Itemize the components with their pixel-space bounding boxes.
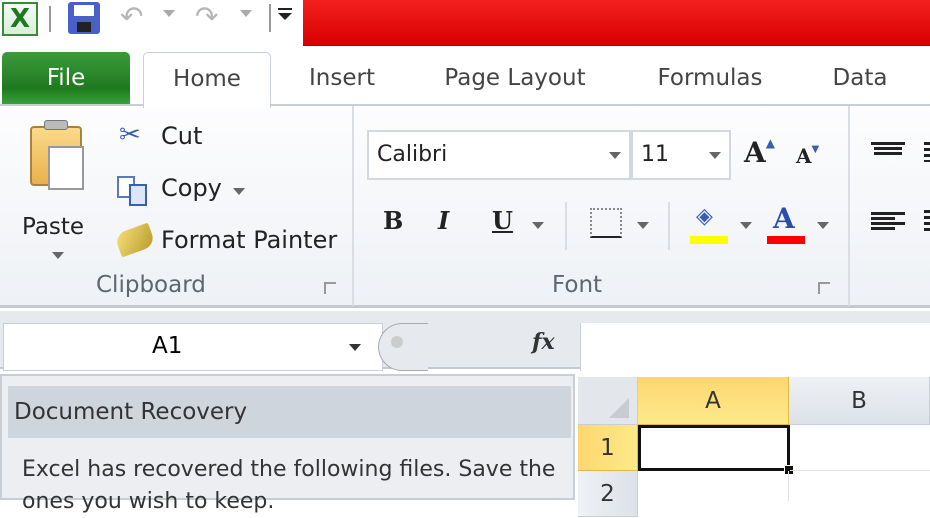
redo-icon[interactable]: ↷ — [195, 0, 218, 33]
name-box-value: A1 — [152, 333, 183, 359]
shrink-font-icon: ▼ — [811, 144, 820, 155]
font-color-swatch — [767, 236, 805, 244]
fill-color-button[interactable]: ◈ — [690, 204, 728, 244]
cell-b2[interactable] — [790, 471, 930, 501]
tab-data[interactable]: Data — [820, 60, 900, 106]
excel-logo-icon[interactable]: X — [2, 2, 38, 36]
worksheet-grid: A B 1 2 — [578, 374, 930, 517]
row-header-1[interactable]: 1 — [578, 425, 638, 471]
formula-bar: A1 fx — [0, 311, 930, 371]
align-left-button[interactable] — [871, 210, 905, 232]
font-color-letter: A — [773, 202, 795, 235]
customize-toolbar-icon[interactable] — [278, 8, 292, 20]
font-name-dropdown-icon[interactable] — [609, 152, 621, 159]
font-name-value: Calibri — [377, 142, 448, 167]
cut-button[interactable]: ✂ Cut — [115, 120, 235, 160]
ribbon-tabs: File Home Insert Page Layout Formulas Da… — [0, 48, 930, 108]
paint-bucket-icon: ◈ — [696, 204, 713, 229]
cut-label: Cut — [161, 122, 203, 150]
separator — [269, 4, 271, 32]
paste-dropdown-icon[interactable] — [52, 252, 64, 259]
group-divider — [352, 106, 354, 306]
cell-a1[interactable] — [638, 425, 790, 471]
group-divider — [848, 106, 850, 306]
cell-b1[interactable] — [790, 425, 930, 471]
paste-icon — [30, 120, 84, 190]
tab-home[interactable]: Home — [143, 52, 271, 108]
save-icon[interactable] — [68, 2, 100, 34]
formula-bar-splitter[interactable] — [378, 323, 428, 371]
tab-insert[interactable]: Insert — [290, 60, 394, 106]
divider — [668, 202, 670, 250]
font-dialog-launcher-icon[interactable] — [818, 282, 830, 294]
align-top-button[interactable] — [871, 140, 905, 157]
underline-dropdown-icon[interactable] — [532, 222, 544, 229]
fill-color-swatch — [690, 236, 728, 244]
recovery-pane-message: Excel has recovered the following files.… — [22, 457, 556, 514]
grow-font-button[interactable]: A▲ — [744, 136, 775, 169]
document-recovery-pane: Document Recovery Excel has recovered th… — [0, 374, 575, 514]
copy-dropdown-icon[interactable] — [233, 188, 245, 195]
clipboard-group-label: Clipboard — [96, 272, 206, 298]
divider — [565, 202, 567, 250]
fx-icon: fx — [532, 329, 555, 355]
copy-icon — [117, 176, 149, 206]
undo-dropdown-icon[interactable] — [163, 10, 175, 17]
middle-align-button[interactable] — [924, 142, 930, 162]
italic-button[interactable]: I — [438, 206, 449, 235]
undo-icon[interactable]: ↶ — [120, 0, 143, 33]
format-painter-label: Format Painter — [161, 226, 338, 254]
name-box[interactable]: A1 — [3, 323, 383, 371]
borders-button[interactable] — [590, 208, 622, 238]
name-box-dropdown-icon[interactable] — [349, 344, 361, 351]
center-align-button[interactable] — [924, 210, 930, 234]
row-header-2[interactable]: 2 — [578, 471, 638, 517]
tab-file[interactable]: File — [2, 52, 130, 104]
font-color-button[interactable]: A — [767, 202, 805, 244]
column-header-a[interactable]: A — [638, 377, 789, 425]
cell-a2[interactable] — [638, 471, 789, 501]
paste-label: Paste — [22, 214, 85, 240]
select-all-button[interactable] — [578, 377, 638, 425]
redo-dropdown-icon[interactable] — [240, 10, 252, 17]
shrink-font-button[interactable]: A▼ — [796, 144, 819, 168]
formula-input[interactable] — [580, 323, 930, 371]
copy-button[interactable]: Copy — [115, 172, 255, 212]
paste-button[interactable]: Paste — [20, 118, 100, 268]
format-painter-button[interactable]: Format Painter — [113, 222, 345, 262]
font-color-dropdown-icon[interactable] — [817, 222, 829, 229]
column-header-b[interactable]: B — [789, 377, 930, 425]
tab-formulas[interactable]: Formulas — [640, 60, 780, 106]
insert-function-button[interactable]: fx — [532, 329, 555, 355]
scissors-icon: ✂ — [119, 120, 141, 150]
font-size-value: 11 — [641, 142, 669, 167]
copy-label: Copy — [161, 174, 222, 202]
grow-font-icon: ▲ — [765, 136, 775, 150]
font-group-label: Font — [552, 272, 603, 298]
separator — [49, 6, 51, 32]
borders-dropdown-icon[interactable] — [637, 222, 649, 229]
ribbon-home: Paste ✂ Cut Copy Format Painter Clipboar… — [0, 106, 930, 308]
font-name-combo[interactable]: Calibri — [367, 130, 631, 180]
recovery-pane-title: Document Recovery — [8, 386, 571, 438]
tab-page-layout[interactable]: Page Layout — [430, 60, 600, 106]
font-size-combo[interactable]: 11 — [631, 130, 731, 180]
paintbrush-icon — [113, 222, 157, 258]
underline-button[interactable]: U — [492, 206, 513, 235]
clipboard-dialog-launcher-icon[interactable] — [324, 282, 336, 294]
font-size-dropdown-icon[interactable] — [709, 152, 721, 159]
title-bar — [303, 0, 930, 46]
fill-color-dropdown-icon[interactable] — [740, 222, 752, 229]
bold-button[interactable]: B — [383, 206, 403, 235]
